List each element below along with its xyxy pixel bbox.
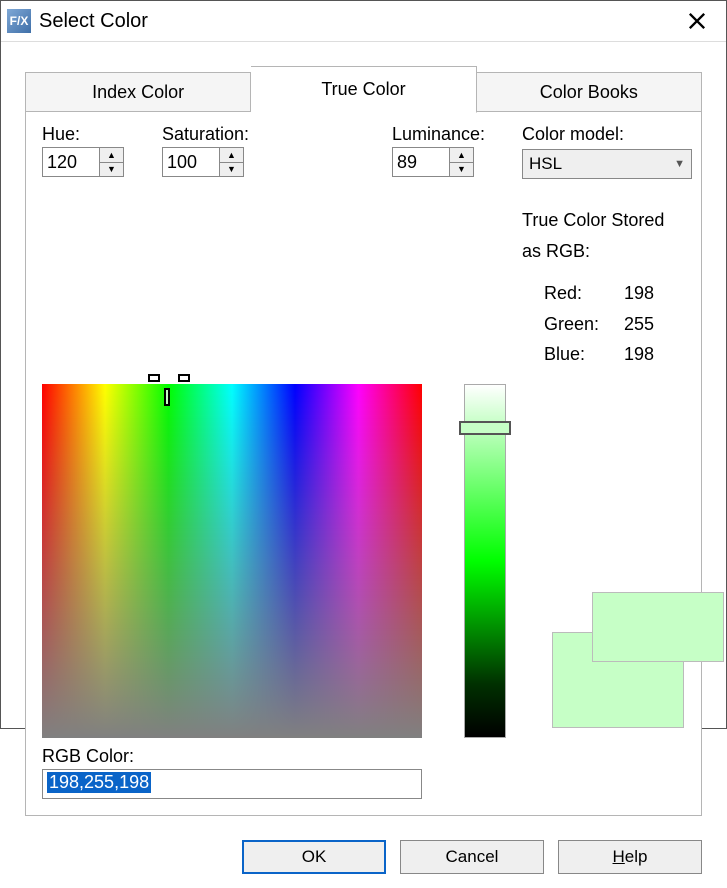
luminance-spin-down[interactable]: ▼: [450, 163, 473, 177]
close-button[interactable]: [674, 1, 720, 41]
app-icon: F/X: [7, 9, 31, 33]
luminance-input[interactable]: [393, 148, 449, 176]
color-model-value: HSL: [529, 154, 562, 174]
color-model-combo[interactable]: HSL ▼: [522, 149, 692, 179]
rgb-color-input[interactable]: 198,255,198: [42, 769, 422, 799]
saturation-spinbox[interactable]: ▲ ▼: [162, 147, 244, 177]
saturation-spin-down[interactable]: ▼: [220, 163, 243, 177]
rgb-color-label: RGB Color:: [42, 746, 685, 767]
color-preview-swatches: [552, 632, 684, 728]
window-title: Select Color: [39, 10, 674, 33]
stored-green-label: Green:: [544, 309, 624, 340]
previous-color-swatch: [592, 592, 724, 662]
luminance-strip[interactable]: [464, 384, 506, 738]
stored-red-label: Red:: [544, 278, 624, 309]
hue-saturation-field[interactable]: [42, 384, 422, 738]
help-button[interactable]: Help: [558, 840, 702, 874]
tab-true-color[interactable]: True Color: [251, 66, 476, 113]
luminance-label: Luminance:: [392, 124, 512, 145]
tab-color-books[interactable]: Color Books: [477, 72, 702, 111]
close-icon: [688, 12, 706, 30]
chevron-down-icon: ▼: [674, 158, 685, 170]
stored-green-value: 255: [624, 309, 654, 340]
stored-heading-2: as RGB:: [522, 236, 692, 267]
ok-button[interactable]: OK: [242, 840, 386, 874]
saturation-label: Saturation:: [162, 124, 392, 145]
dialog-window: F/X Select Color Index Color True Color …: [0, 0, 727, 729]
hue-label: Hue:: [42, 124, 162, 145]
stored-blue-label: Blue:: [544, 339, 624, 370]
saturation-spin-up[interactable]: ▲: [220, 148, 243, 163]
cancel-button[interactable]: Cancel: [400, 840, 544, 874]
luminance-spinbox[interactable]: ▲ ▼: [392, 147, 474, 177]
hue-marker-a: [148, 374, 160, 382]
stored-red-value: 198: [624, 278, 654, 309]
hue-marker-b: [178, 374, 190, 382]
saturation-input[interactable]: [163, 148, 219, 176]
hue-spin-down[interactable]: ▼: [100, 163, 123, 177]
luminance-marker[interactable]: [459, 421, 511, 435]
help-button-rest: elp: [625, 847, 648, 866]
stored-rgb-block: True Color Stored as RGB: Red:198 Green:…: [522, 205, 692, 370]
rgb-color-value: 198,255,198: [47, 772, 151, 793]
hue-spin-up[interactable]: ▲: [100, 148, 123, 163]
color-model-label: Color model:: [522, 124, 692, 145]
hue-input[interactable]: [43, 148, 99, 176]
stored-blue-value: 198: [624, 339, 654, 370]
dialog-button-row: OK Cancel Help: [1, 828, 726, 888]
tab-strip: Index Color True Color Color Books: [25, 66, 702, 112]
stored-heading-1: True Color Stored: [522, 205, 692, 236]
hue-spinbox[interactable]: ▲ ▼: [42, 147, 124, 177]
titlebar: F/X Select Color: [1, 1, 726, 42]
luminance-spin-up[interactable]: ▲: [450, 148, 473, 163]
color-cursor[interactable]: [164, 388, 170, 406]
dialog-content: Index Color True Color Color Books Hue: …: [1, 42, 726, 828]
tab-index-color[interactable]: Index Color: [25, 72, 251, 111]
